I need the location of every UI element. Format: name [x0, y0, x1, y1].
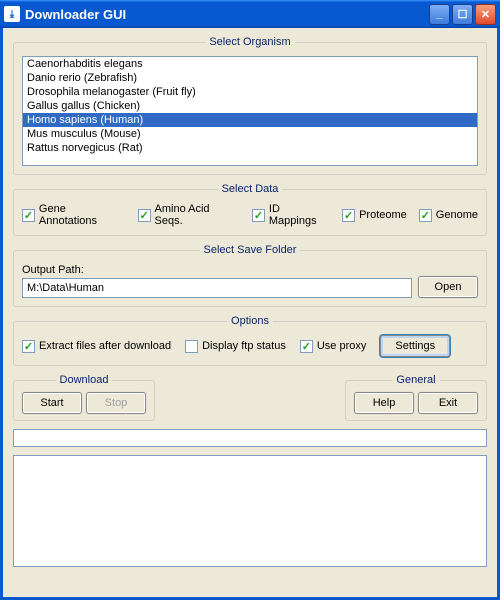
- organism-item[interactable]: Drosophila melanogaster (Fruit fly): [23, 85, 477, 99]
- help-button[interactable]: Help: [354, 392, 414, 414]
- close-button[interactable]: ✕: [475, 4, 496, 25]
- download-group: Download Start Stop: [13, 374, 155, 421]
- organism-item[interactable]: Gallus gallus (Chicken): [23, 99, 477, 113]
- use-proxy-checkbox[interactable]: [300, 340, 313, 353]
- gene-annotations-checkbox[interactable]: [22, 209, 35, 222]
- output-path-label: Output Path:: [22, 264, 412, 276]
- organism-listbox[interactable]: Caenorhabditis elegansDanio rerio (Zebra…: [22, 56, 478, 166]
- data-legend: Select Data: [218, 183, 283, 195]
- open-folder-button[interactable]: Open: [418, 276, 478, 298]
- id-mappings-label: ID Mappings: [269, 203, 330, 227]
- organism-legend: Select Organism: [205, 36, 294, 48]
- extract-label: Extract files after download: [39, 340, 171, 352]
- proteome-label: Proteome: [359, 209, 407, 221]
- stop-button[interactable]: Stop: [86, 392, 146, 414]
- display-ftp-label: Display ftp status: [202, 340, 286, 352]
- organism-item[interactable]: Mus musculus (Mouse): [23, 127, 477, 141]
- log-output[interactable]: [13, 455, 487, 567]
- options-legend: Options: [227, 315, 273, 327]
- titlebar: ⤓ Downloader GUI _ ☐ ✕: [0, 0, 500, 28]
- window-title: Downloader GUI: [25, 7, 429, 22]
- amino-acid-seqs-label: Amino Acid Seqs.: [155, 203, 240, 227]
- display-ftp-checkbox[interactable]: [185, 340, 198, 353]
- app-icon: ⤓: [4, 6, 20, 22]
- genome-label: Genome: [436, 209, 478, 221]
- maximize-button[interactable]: ☐: [452, 4, 473, 25]
- organism-item[interactable]: Homo sapiens (Human): [23, 113, 477, 127]
- extract-checkbox[interactable]: [22, 340, 35, 353]
- save-folder-group: Select Save Folder Output Path: Open: [13, 244, 487, 307]
- organism-group: Select Organism Caenorhabditis elegansDa…: [13, 36, 487, 175]
- output-path-input[interactable]: [22, 278, 412, 298]
- download-legend: Download: [56, 374, 113, 386]
- amino-acid-seqs-checkbox[interactable]: [138, 209, 151, 222]
- settings-button[interactable]: Settings: [380, 335, 450, 357]
- start-button[interactable]: Start: [22, 392, 82, 414]
- minimize-button[interactable]: _: [429, 4, 450, 25]
- general-legend: General: [392, 374, 439, 386]
- general-group: General Help Exit: [345, 374, 487, 421]
- id-mappings-checkbox[interactable]: [252, 209, 265, 222]
- options-group: Options Extract files after download Dis…: [13, 315, 487, 366]
- data-group: Select Data Gene Annotations Amino Acid …: [13, 183, 487, 236]
- exit-button[interactable]: Exit: [418, 392, 478, 414]
- progress-bar: [13, 429, 487, 447]
- genome-checkbox[interactable]: [419, 209, 432, 222]
- organism-item[interactable]: Caenorhabditis elegans: [23, 57, 477, 71]
- save-folder-legend: Select Save Folder: [200, 244, 301, 256]
- organism-item[interactable]: Rattus norvegicus (Rat): [23, 141, 477, 155]
- proteome-checkbox[interactable]: [342, 209, 355, 222]
- organism-item[interactable]: Danio rerio (Zebrafish): [23, 71, 477, 85]
- gene-annotations-label: Gene Annotations: [39, 203, 126, 227]
- use-proxy-label: Use proxy: [317, 340, 367, 352]
